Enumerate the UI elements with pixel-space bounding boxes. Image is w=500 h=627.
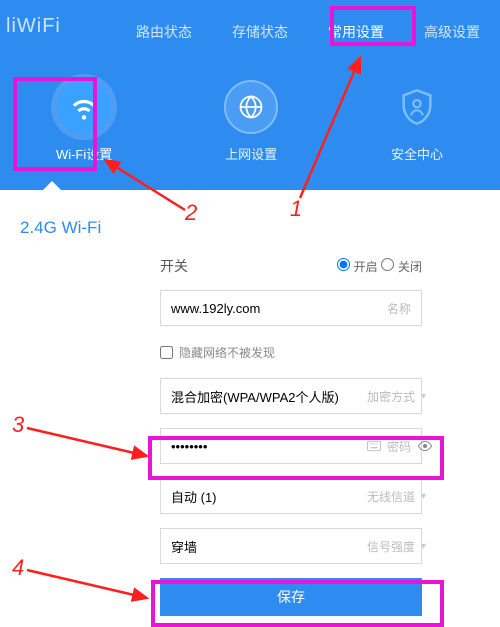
channel-suffix: 无线信道 ▾ <box>357 488 436 505</box>
name-row: 名称 <box>160 290 422 326</box>
strength-suffix: 信号强度 ▾ <box>357 538 436 555</box>
wifi-form: 开关 开启 关闭 名称 隐藏网络不被发现 加密方式 ▾ 密码 <box>0 256 500 616</box>
chevron-down-icon: ▾ <box>421 491 426 502</box>
nav-storage-status[interactable]: 存储状态 <box>232 22 288 42</box>
shield-icon <box>390 80 444 134</box>
channel-field[interactable]: 无线信道 ▾ <box>160 478 422 514</box>
channel-input[interactable] <box>161 479 357 513</box>
section-title: 2.4G Wi-Fi <box>20 218 500 238</box>
wifi-settings-item[interactable]: Wi-Fi设置 <box>56 80 112 163</box>
password-suffix: 密码 <box>357 438 443 455</box>
encryption-row: 加密方式 ▾ <box>160 378 422 414</box>
wifi-settings-label: Wi-Fi设置 <box>56 144 112 163</box>
nav-router-status[interactable]: 路由状态 <box>136 22 192 42</box>
switch-off-label: 关闭 <box>398 260 422 274</box>
chevron-down-icon: ▾ <box>421 391 426 402</box>
internet-settings-label: 上网设置 <box>225 144 277 163</box>
settings-icon-row: Wi-Fi设置 上网设置 安全中心 <box>0 80 500 163</box>
eye-icon[interactable] <box>417 440 433 452</box>
nav-common-settings[interactable]: 常用设置 <box>328 22 384 42</box>
switch-label: 开关 <box>160 256 210 276</box>
name-field[interactable]: 名称 <box>160 290 422 326</box>
strength-input[interactable] <box>161 529 357 563</box>
strength-row: 信号强度 ▾ <box>160 528 422 564</box>
strength-field[interactable]: 信号强度 ▾ <box>160 528 422 564</box>
keyboard-icon <box>367 440 381 452</box>
channel-row: 无线信道 ▾ <box>160 478 422 514</box>
security-center-item[interactable]: 安全中心 <box>390 80 444 163</box>
hide-label: 隐藏网络不被发现 <box>179 344 275 361</box>
switch-on-label: 开启 <box>354 260 378 274</box>
switch-radios: 开启 关闭 <box>337 258 422 275</box>
security-center-label: 安全中心 <box>391 144 443 163</box>
top-nav: 路由状态 存储状态 常用设置 高级设置 <box>0 22 500 42</box>
switch-on-radio[interactable] <box>337 258 350 271</box>
encryption-suffix: 加密方式 ▾ <box>357 388 436 405</box>
name-suffix: 名称 <box>377 300 421 317</box>
switch-row: 开关 开启 关闭 <box>160 256 422 276</box>
password-row: 密码 <box>160 428 422 464</box>
name-input[interactable] <box>161 291 377 325</box>
wifi-icon <box>57 80 111 134</box>
password-field[interactable]: 密码 <box>160 428 422 464</box>
nav-advanced-settings[interactable]: 高级设置 <box>424 22 480 42</box>
hide-row: 隐藏网络不被发现 <box>160 340 422 364</box>
chevron-down-icon: ▾ <box>421 541 426 552</box>
save-row: 保存 <box>160 578 422 616</box>
hide-checkbox[interactable] <box>160 346 173 359</box>
active-tab-pointer <box>42 181 62 191</box>
password-input[interactable] <box>161 429 357 463</box>
save-button[interactable]: 保存 <box>160 578 422 616</box>
header: liWiFi 路由状态 存储状态 常用设置 高级设置 Wi-Fi设置 上网设置 … <box>0 0 500 190</box>
globe-icon <box>224 80 278 134</box>
encryption-input[interactable] <box>161 379 357 413</box>
internet-settings-item[interactable]: 上网设置 <box>224 80 278 163</box>
switch-off-radio[interactable] <box>381 258 394 271</box>
encryption-field[interactable]: 加密方式 ▾ <box>160 378 422 414</box>
